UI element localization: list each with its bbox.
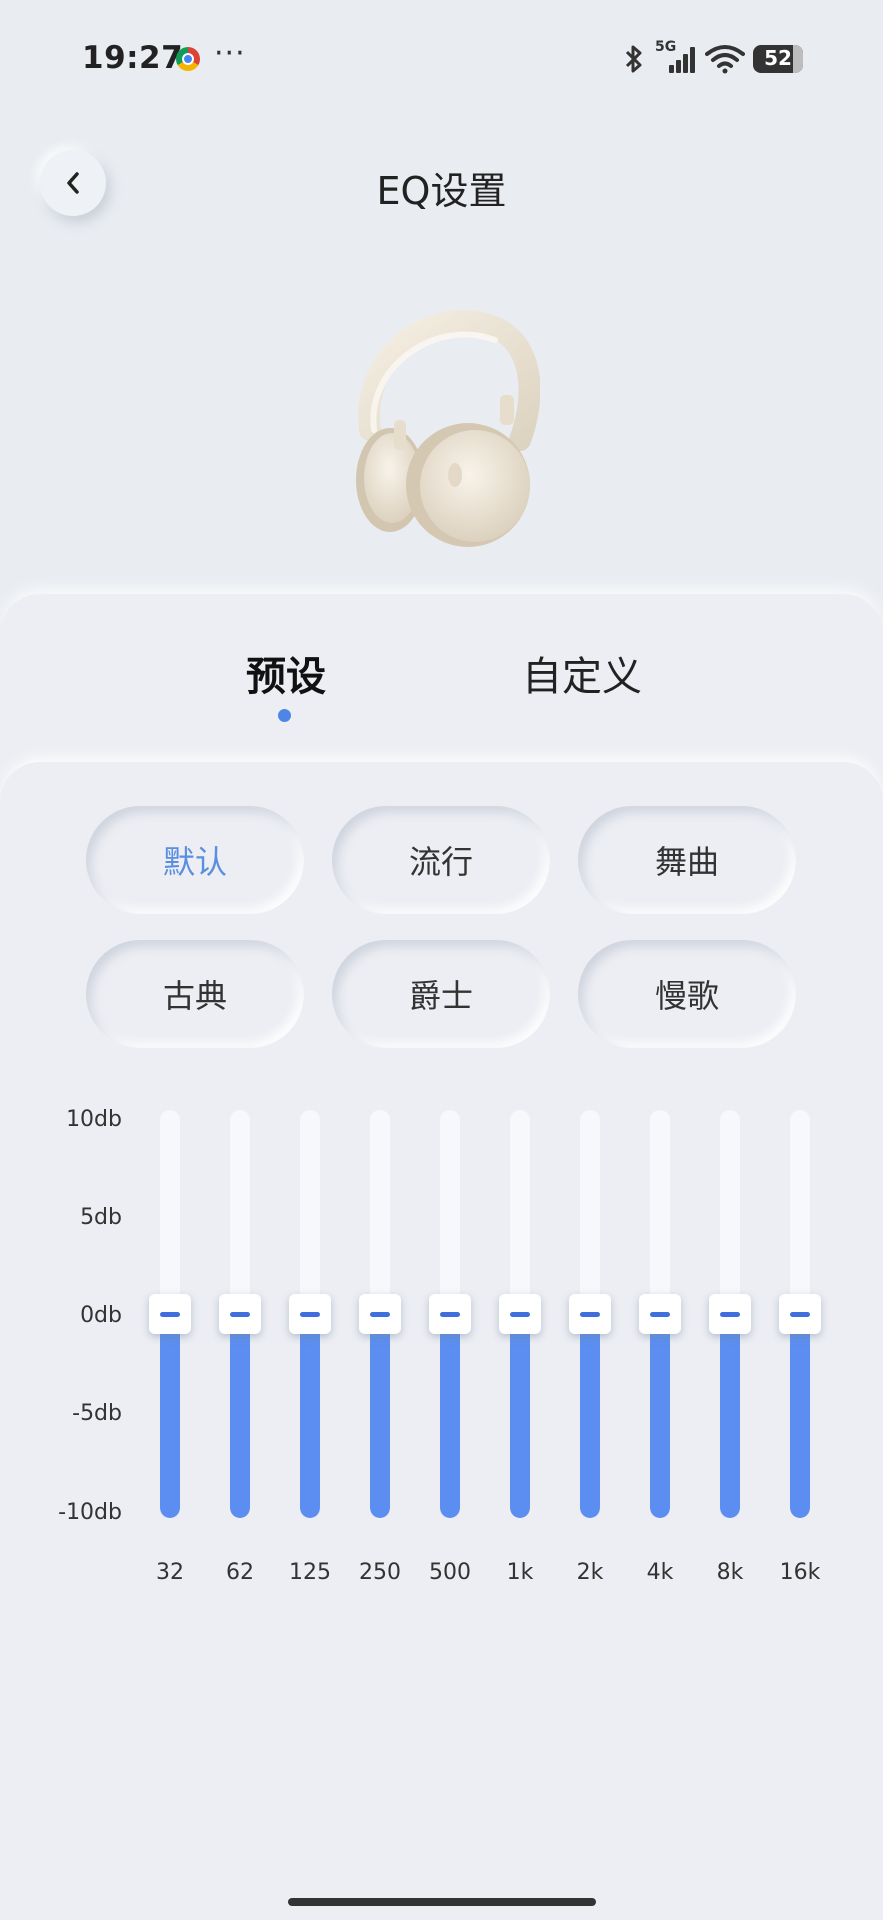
eq-band-level — [440, 1314, 460, 1518]
eq-band-level — [790, 1314, 810, 1518]
status-bar: 19:27 ··· 5G 52 — [0, 0, 883, 120]
minus-icon — [230, 1311, 250, 1317]
eq-band-handle[interactable] — [219, 1294, 261, 1334]
minus-icon — [370, 1311, 390, 1317]
eq-frequency-label: 2k — [576, 1560, 604, 1585]
minus-icon — [440, 1311, 460, 1317]
battery-icon: 52 — [753, 45, 803, 73]
preset-pop-button[interactable]: 流行 — [332, 806, 550, 914]
db-label: 10db — [66, 1107, 122, 1132]
status-icons: 5G 52 — [621, 39, 803, 76]
bluetooth-icon — [625, 45, 642, 73]
eq-band-level — [230, 1314, 250, 1518]
db-label: 5db — [80, 1205, 122, 1230]
db-label: -5db — [72, 1401, 122, 1426]
eq-frequency-label: 16k — [779, 1560, 821, 1585]
tab-preset[interactable]: 预设 — [246, 644, 326, 702]
more-notifications-icon: ··· — [214, 36, 246, 71]
eq-band-handle[interactable] — [359, 1294, 401, 1334]
active-tab-indicator — [278, 709, 291, 722]
battery-level: 52 — [764, 46, 792, 70]
preset-classical-button[interactable]: 古典 — [86, 940, 304, 1048]
db-label: -10db — [58, 1500, 122, 1525]
eq-band-handle[interactable] — [569, 1294, 611, 1334]
minus-icon — [650, 1311, 670, 1317]
home-indicator[interactable] — [288, 1898, 596, 1906]
eq-band-handle[interactable] — [149, 1294, 191, 1334]
minus-icon — [160, 1311, 180, 1317]
minus-icon — [790, 1311, 810, 1317]
eq-frequency-label: 32 — [156, 1560, 184, 1585]
eq-frequency-label: 250 — [359, 1560, 401, 1585]
status-time: 19:27 — [82, 40, 184, 76]
eq-frequency-label: 62 — [226, 1560, 254, 1585]
eq-band-level — [160, 1314, 180, 1518]
wifi-icon — [705, 45, 745, 74]
minus-icon — [580, 1311, 600, 1317]
preset-dance-button[interactable]: 舞曲 — [578, 806, 796, 914]
eq-band-handle[interactable] — [429, 1294, 471, 1334]
preset-jazz-button[interactable]: 爵士 — [332, 940, 550, 1048]
eq-band-level — [650, 1314, 670, 1518]
eq-band-level — [370, 1314, 390, 1518]
eq-frequency-label: 500 — [429, 1560, 471, 1585]
preset-default-button[interactable]: 默认 — [86, 806, 304, 914]
eq-band-handle[interactable] — [639, 1294, 681, 1334]
page-title: EQ设置 — [376, 169, 507, 213]
eq-band-level — [580, 1314, 600, 1518]
minus-icon — [510, 1311, 530, 1317]
db-label: 0db — [80, 1303, 122, 1328]
minus-icon — [300, 1311, 320, 1317]
chrome-icon — [176, 47, 200, 71]
eq-frequency-label: 8k — [716, 1560, 744, 1585]
eq-band-handle[interactable] — [709, 1294, 751, 1334]
eq-band-level — [300, 1314, 320, 1518]
eq-band-handle[interactable] — [499, 1294, 541, 1334]
tab-custom[interactable]: 自定义 — [522, 644, 642, 702]
eq-band-handle[interactable] — [289, 1294, 331, 1334]
eq-frequency-label: 1k — [506, 1560, 534, 1585]
minus-icon — [720, 1311, 740, 1317]
eq-band-level — [510, 1314, 530, 1518]
eq-band-handle[interactable] — [779, 1294, 821, 1334]
eq-frequency-label: 125 — [289, 1560, 331, 1585]
eq-frequency-label: 4k — [646, 1560, 674, 1585]
preset-ballad-button[interactable]: 慢歌 — [578, 940, 796, 1048]
eq-band-level — [720, 1314, 740, 1518]
headphones-image — [356, 310, 540, 547]
signal-icon: 5G — [655, 39, 697, 75]
network-type: 5G — [655, 39, 677, 55]
